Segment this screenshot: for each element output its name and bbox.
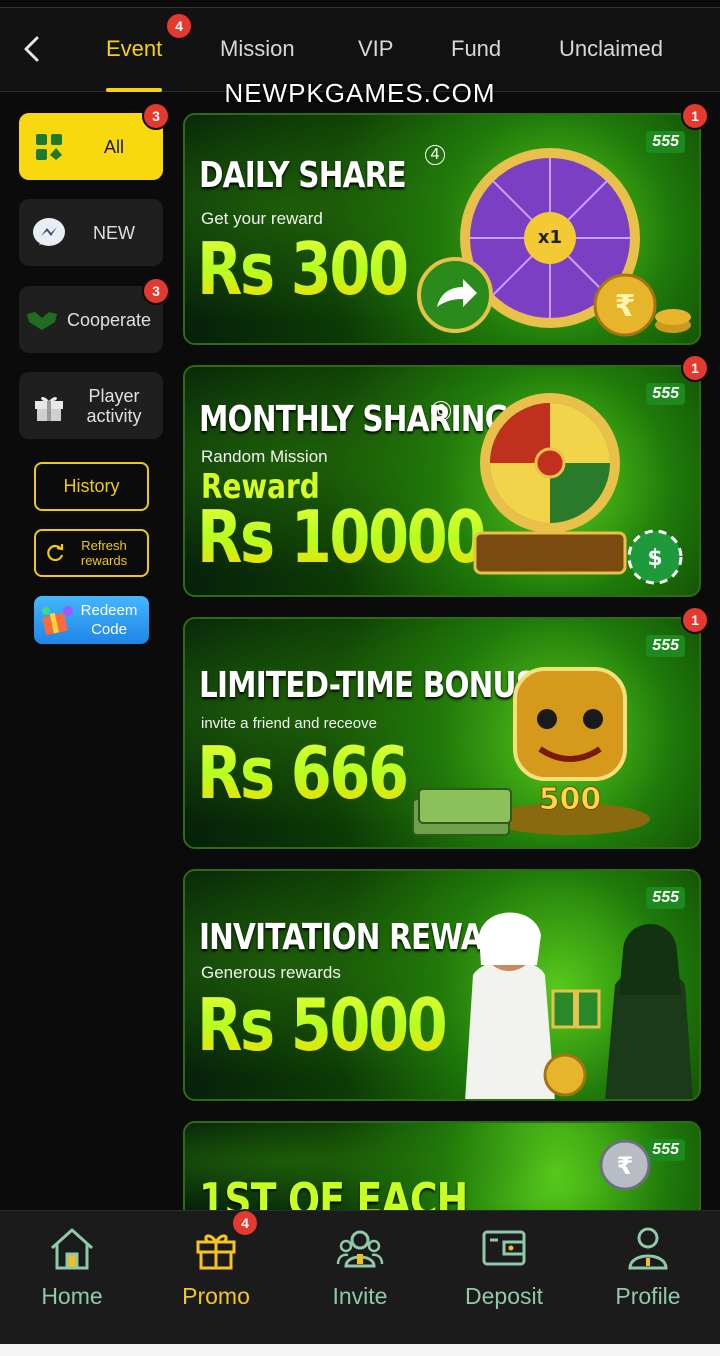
banner-amount: Rs 10000 xyxy=(197,495,486,579)
sidebar-item-cooperate[interactable]: Cooperate xyxy=(19,286,163,353)
banner-title: MONTHLY SHARING xyxy=(199,399,509,440)
gift-box-icon xyxy=(27,384,71,428)
banner-subtitle: Generous rewards xyxy=(201,963,341,982)
refresh-rewards-button[interactable]: Refresh rewards xyxy=(34,529,149,577)
brand-logo: 555 xyxy=(646,131,685,153)
nav-label: Profile xyxy=(615,1283,681,1309)
status-strip xyxy=(0,0,720,8)
banner-number-mark: 6 xyxy=(431,401,451,421)
svg-text:500: 500 xyxy=(539,782,602,817)
banner-subtitle: Random Mission xyxy=(201,447,328,466)
sidebar-cooperate-badge: 3 xyxy=(142,277,170,305)
svg-text:₹: ₹ xyxy=(615,289,636,324)
share-arrow-icon xyxy=(417,257,493,333)
promo-banner-monthly-sharing[interactable]: 555 MONTHLY SHARING 6 Random Mission Rew… xyxy=(183,365,701,597)
banner-subtitle: invite a friend and receove xyxy=(201,715,377,732)
refresh-icon xyxy=(47,544,64,562)
sidebar-item-player-activity[interactable]: Player activity xyxy=(19,372,163,439)
money-wheel-graphic xyxy=(473,393,627,575)
svg-text:₹: ₹ xyxy=(617,1152,634,1180)
bottom-navigation: Home Promo 4 Invite Deposit Profile xyxy=(0,1209,720,1345)
nav-profile[interactable]: Profile xyxy=(576,1211,720,1345)
banner-number-mark: 4 xyxy=(425,145,445,165)
banner-amount: Rs 5000 xyxy=(197,983,448,1067)
profile-icon xyxy=(623,1225,673,1273)
sidebar-item-label: Cooperate xyxy=(66,309,152,330)
people-gift-graphic xyxy=(465,912,693,1099)
banner-subtitle: Get your reward xyxy=(201,209,323,228)
nav-promo[interactable]: Promo xyxy=(144,1211,288,1345)
users-icon xyxy=(335,1225,385,1273)
nav-promo-badge: 4 xyxy=(231,1209,259,1237)
history-button[interactable]: History xyxy=(34,462,149,511)
nav-invite[interactable]: Invite xyxy=(288,1211,432,1345)
sidebar-item-all[interactable]: All xyxy=(19,113,163,180)
watermark-text: NEWPKGAMES.COM xyxy=(224,78,496,108)
sidebar-item-label: NEW xyxy=(93,222,135,243)
svg-text:x1: x1 xyxy=(538,227,562,248)
banner-title: DAILY SHARE xyxy=(199,155,407,196)
banner-badge: 1 xyxy=(681,102,709,130)
chevron-left-icon xyxy=(24,36,39,62)
nav-deposit[interactable]: Deposit xyxy=(432,1211,576,1345)
poker-chip-icon: $ xyxy=(627,529,683,585)
promo-banner-invitation-reward[interactable]: 555 INVITATION REWARD Generous rewards R… xyxy=(183,869,701,1101)
nav-label: Deposit xyxy=(465,1283,543,1309)
promo-banner-first-of-each[interactable]: 555 1ST OF EACH ₹ xyxy=(183,1121,701,1221)
refresh-label: Refresh rewards xyxy=(80,538,128,568)
tab-fund[interactable]: Fund xyxy=(451,34,501,64)
silver-coin-icon: ₹ xyxy=(599,1139,651,1191)
home-icon xyxy=(47,1225,97,1273)
sidebar-item-label: All xyxy=(103,136,124,157)
history-label: History xyxy=(63,476,120,496)
svg-text:$: $ xyxy=(647,546,662,571)
handshake-icon xyxy=(23,298,61,342)
banner-badge: 1 xyxy=(681,354,709,382)
sidebar-item-label: Player activity xyxy=(86,385,142,426)
redeem-code-button[interactable]: Redeem Code xyxy=(34,596,149,644)
tab-event-badge: 4 xyxy=(165,12,193,40)
nav-home[interactable]: Home xyxy=(0,1211,144,1345)
cash-stack-graphic xyxy=(412,788,512,836)
promo-banner-limited-time-bonus[interactable]: 555 LIMITED-TIME BONUS invite a friend a… xyxy=(183,617,701,849)
nav-label: Invite xyxy=(332,1283,388,1309)
tab-mission[interactable]: Mission xyxy=(220,34,295,64)
colorful-gift-icon xyxy=(42,606,73,636)
banner-amount: Rs 666 xyxy=(197,731,409,815)
tab-event[interactable]: Event xyxy=(106,34,162,64)
nav-label: Promo xyxy=(182,1283,250,1309)
wallet-icon xyxy=(479,1225,529,1273)
tab-unclaimed[interactable]: Unclaimed xyxy=(559,34,663,64)
brand-logo: 555 xyxy=(646,383,685,405)
banner-badge: 1 xyxy=(681,606,709,634)
sidebar-all-badge: 3 xyxy=(142,102,170,130)
system-gesture-bar xyxy=(0,1344,720,1356)
banner-amount: Rs 300 xyxy=(197,227,409,311)
messenger-icon xyxy=(27,211,71,255)
tab-vip[interactable]: VIP xyxy=(358,34,393,64)
rupee-coins-graphic: ₹ xyxy=(593,273,691,337)
redeem-label: Redeem Code xyxy=(80,602,138,638)
promo-banner-daily-share[interactable]: 555 DAILY SHARE 4 Get your reward Rs 300… xyxy=(183,113,701,345)
grid-cards-icon xyxy=(27,125,71,169)
back-button[interactable] xyxy=(14,32,48,66)
sidebar-item-new[interactable]: NEW xyxy=(19,199,163,266)
nav-label: Home xyxy=(41,1283,103,1309)
